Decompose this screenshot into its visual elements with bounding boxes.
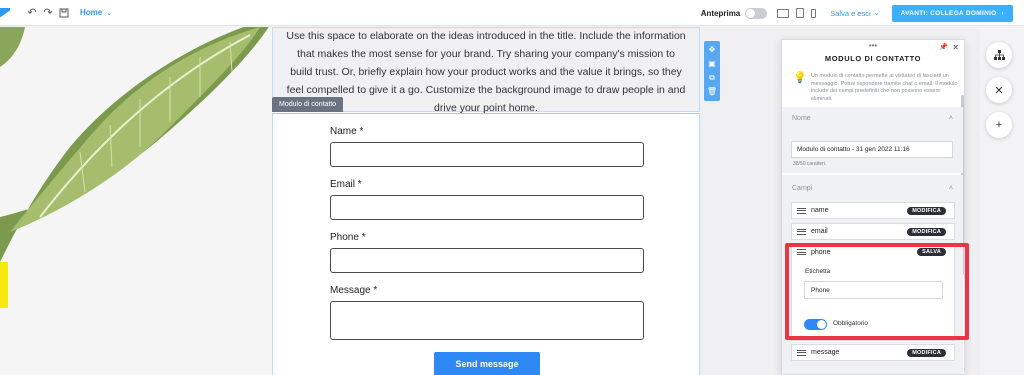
sitemap-button[interactable] [986,42,1012,68]
drag-handle-icon[interactable] [797,207,806,214]
add-element-button[interactable]: + [986,112,1012,138]
form-field-name: Name * [330,126,644,167]
required-toggle[interactable] [804,319,827,330]
section-tag[interactable]: Modulo di contatto [272,97,344,112]
name-input[interactable] [330,142,644,167]
save-exit-label: Salva e esci [830,8,871,18]
edit-button[interactable]: MODIFICA [907,348,946,357]
section-toolbar: ✥ ▣ ⧉ 🗑 [704,41,720,101]
module-name-field[interactable]: Modulo di contatto - 31 gen 2022 11:16 [791,141,953,158]
drag-handle-icon[interactable] [797,249,806,255]
close-icon: ✕ [994,84,1004,97]
name-section-title: Nome [792,114,811,122]
email-label: Email * [330,179,362,190]
required-label: Obbligatorio [833,320,869,327]
mobile-icon[interactable] [811,8,817,18]
chevron-down-icon: ⌄ [106,9,113,17]
name-section-header[interactable]: Nome ˄ [782,110,963,126]
fields-section-header[interactable]: Campi ˄ [782,180,963,196]
intro-paragraph[interactable]: Use this space to elaborate on the ideas… [286,27,686,117]
save-button[interactable]: SALVA [917,248,946,256]
drag-handle[interactable]: ••• [782,42,964,50]
field-row-email[interactable]: email MODIFICA [791,223,955,240]
save-exit-dropdown[interactable]: Salva e esci ⌄ [830,9,879,18]
char-count: 38/50 caratteri. [793,161,827,167]
duplicate-icon[interactable]: ⧉ [709,74,715,82]
form-field-phone: Phone * [330,232,644,273]
accent-strip [0,262,8,308]
page-selector-label: Home [80,8,103,17]
lightbulb-icon: 💡 [793,72,807,84]
drag-handle-icon[interactable] [797,349,806,356]
close-editor-button[interactable]: ✕ [986,77,1012,103]
name-label: Name * [330,126,364,137]
top-toolbar: ↶ ↷ Home ⌄ Anteprima Salva e esci ⌄ AVAN… [0,0,1024,26]
undo-icon[interactable]: ↶ [24,5,40,21]
plus-icon: + [995,119,1003,131]
leaf-illustration [0,27,269,375]
phone-label-input[interactable]: Phone [804,281,943,299]
field-row-name[interactable]: name MODIFICA [791,202,955,219]
contact-form-section[interactable]: Name * Email * Phone * Message * Send me… [272,113,700,375]
pin-icon[interactable]: 📌 [939,43,948,51]
chevron-right-icon: › [1001,9,1004,17]
sitemap-icon [993,50,1005,60]
move-icon[interactable]: ✥ [709,46,716,54]
pages-icon[interactable] [56,5,72,21]
chevron-up-icon: ˄ [948,184,953,192]
redo-icon[interactable]: ↷ [40,5,56,21]
connect-domain-label: AVANTI: COLLEGA DOMINIO [900,9,997,17]
save-icon[interactable]: ▣ [708,60,716,68]
panel-description: Un modulo di contatto permette ai visita… [811,73,958,102]
field-row-message[interactable]: message MODIFICA [791,344,955,361]
preview-label: Anteprima [700,8,741,18]
message-input[interactable] [330,301,644,340]
close-icon[interactable]: ✕ [952,43,959,52]
field-row-phone-expanded[interactable]: phone SALVA Etichetta Phone Obbligatorio [791,243,955,341]
panel-title: MODULO DI CONTATTO [824,54,922,63]
field-row-label: phone [811,248,831,256]
label-caption: Etichetta [805,268,831,275]
message-label: Message * [330,285,378,296]
preview-toggle[interactable] [745,7,768,19]
edit-button[interactable]: MODIFICA [907,206,946,215]
logo-icon[interactable] [0,7,14,19]
phone-input[interactable] [330,248,644,273]
desktop-icon[interactable] [777,8,790,18]
field-row-label: email [811,228,828,235]
page-selector[interactable]: Home ⌄ [80,8,112,17]
field-row-label: name [811,207,829,214]
form-field-email: Email * [330,179,644,220]
drag-handle-icon[interactable] [797,228,806,235]
fields-section-title: Campi [792,184,813,192]
leaf-background-image [0,27,272,375]
email-input[interactable] [330,195,644,220]
contact-module-panel: ••• 📌 ✕ MODULO DI CONTATTO 💡 Un modulo d… [781,39,965,375]
tablet-icon[interactable] [796,8,805,18]
chevron-up-icon: ˄ [948,114,953,122]
chevron-down-icon: ⌄ [873,10,880,17]
send-message-button[interactable]: Send message [434,352,540,375]
form-field-message: Message * [330,285,644,340]
field-row-label: message [811,349,840,356]
edit-button[interactable]: MODIFICA [907,227,946,236]
phone-label: Phone * [330,232,366,243]
connect-domain-button[interactable]: AVANTI: COLLEGA DOMINIO › [891,4,1013,22]
delete-icon[interactable]: 🗑 [707,88,717,96]
